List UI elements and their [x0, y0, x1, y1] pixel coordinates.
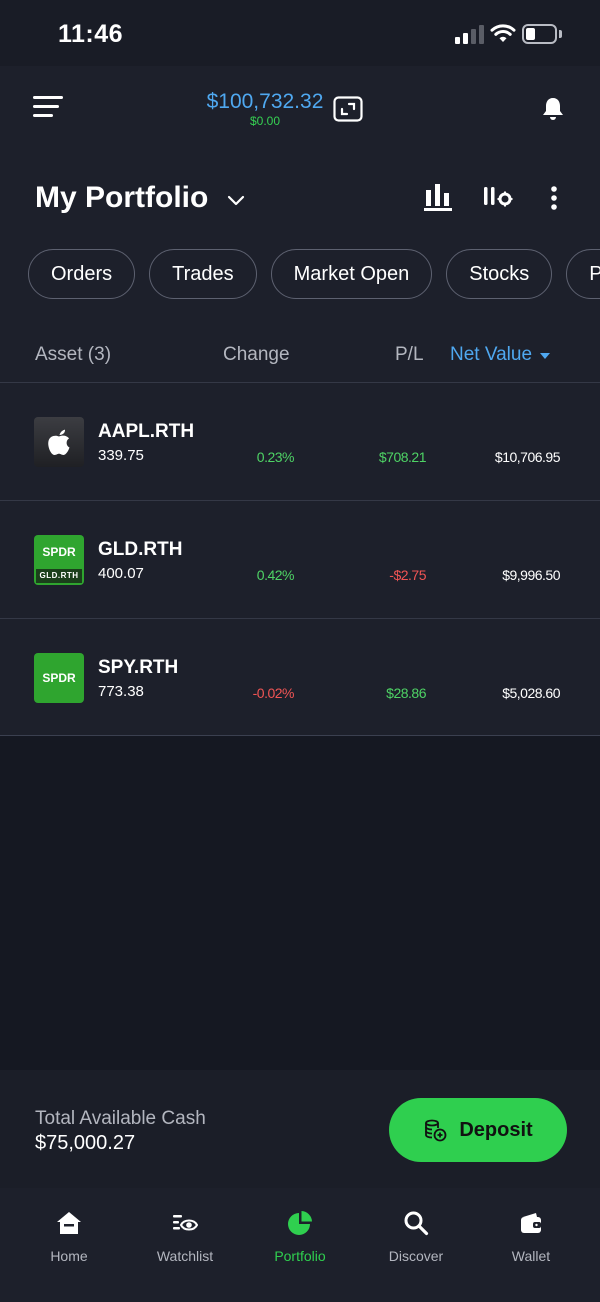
- account-balance[interactable]: $100,732.32 $0.00: [200, 90, 330, 128]
- cash-label: Total Available Cash: [35, 1108, 206, 1129]
- asset-pl: -$2.75: [389, 567, 426, 583]
- asset-price: 339.75: [98, 447, 144, 464]
- asset-net-value: $5,028.60: [502, 685, 560, 701]
- filter-chips: Orders Trades Market Open Stocks P: [28, 249, 600, 299]
- nav-label: Watchlist: [156, 1248, 214, 1264]
- asset-change: -0.02%: [252, 685, 295, 701]
- asset-net-value: $9,996.50: [502, 567, 560, 583]
- balance-value: $100,732.32: [206, 90, 324, 113]
- table-header: Asset (3) Change P/L Net Value: [0, 340, 600, 370]
- status-bar: 11:46: [0, 0, 600, 66]
- nav-label: Discover: [388, 1248, 444, 1264]
- search-icon: [404, 1211, 429, 1236]
- filter-chip-stocks[interactable]: Stocks: [446, 249, 553, 299]
- asset-pl: $28.86: [386, 685, 426, 701]
- asset-row-aapl[interactable]: AAPL.RTH 339.75 0.23% $708.21 $10,706.95: [0, 382, 600, 500]
- nav-label: Portfolio: [274, 1248, 326, 1264]
- asset-pl: $708.21: [378, 449, 427, 465]
- chevron-down-icon[interactable]: [226, 193, 246, 207]
- cellular-signal-icon: [455, 24, 485, 44]
- column-settings-icon[interactable]: [483, 185, 513, 209]
- coins-add-icon: [425, 1119, 447, 1142]
- column-pl[interactable]: P/L: [395, 344, 424, 366]
- status-time: 11:46: [58, 20, 124, 48]
- wifi-icon: [490, 24, 516, 42]
- page-title[interactable]: My Portfolio: [35, 181, 208, 215]
- column-net-value-label: Net Value: [450, 344, 533, 365]
- filter-chip-trades[interactable]: Trades: [149, 249, 257, 299]
- nav-item-home[interactable]: Home: [19, 1210, 119, 1264]
- sort-desc-icon: [540, 353, 551, 359]
- wallet-icon: [521, 1213, 541, 1233]
- bell-icon[interactable]: [541, 96, 565, 122]
- asset-row-spy[interactable]: SPDR SPY.RTH 773.38 -0.02% $28.86 $5,028…: [0, 618, 600, 736]
- column-net-value[interactable]: Net Value: [450, 344, 551, 366]
- balance-change: $0.00: [249, 114, 281, 128]
- expand-icon[interactable]: [333, 96, 363, 122]
- asset-price: 773.38: [98, 683, 144, 700]
- menu-icon[interactable]: [33, 96, 65, 120]
- bottom-navigation: Home Watchlist Portfolio Discover Wallet: [0, 1188, 600, 1302]
- column-change[interactable]: Change: [223, 344, 290, 366]
- asset-ticker: AAPL.RTH: [98, 421, 195, 442]
- spdr-logo: SPDR: [34, 653, 84, 703]
- column-asset[interactable]: Asset (3): [35, 344, 111, 366]
- asset-row-gld[interactable]: SPDR GLD.RTH GLD.RTH 400.07 0.42% -$2.75…: [0, 500, 600, 618]
- bar-chart-icon[interactable]: [424, 182, 452, 212]
- pie-chart-icon: [288, 1211, 312, 1235]
- deposit-button[interactable]: Deposit: [389, 1098, 567, 1162]
- spdr-logo-text: SPDR: [42, 671, 76, 685]
- nav-item-watchlist[interactable]: Watchlist: [135, 1210, 235, 1264]
- asset-list: AAPL.RTH 339.75 0.23% $708.21 $10,706.95…: [0, 382, 600, 736]
- asset-net-value: $10,706.95: [494, 449, 561, 465]
- watchlist-icon: [173, 1215, 198, 1231]
- apple-logo-icon: [34, 417, 84, 467]
- spdr-gld-logo: SPDR GLD.RTH: [34, 535, 84, 585]
- filter-chip-orders[interactable]: Orders: [28, 249, 136, 299]
- home-icon: [57, 1212, 81, 1234]
- cash-value: $75,000.27: [35, 1132, 136, 1154]
- more-options-icon[interactable]: [550, 185, 558, 211]
- battery-icon: [522, 24, 562, 44]
- nav-item-discover[interactable]: Discover: [366, 1210, 466, 1264]
- available-cash-bar: Total Available Cash $75,000.27 Deposit: [0, 1070, 600, 1188]
- filter-chip-partial[interactable]: P: [566, 249, 600, 299]
- nav-item-portfolio[interactable]: Portfolio: [250, 1210, 350, 1264]
- asset-change: 0.42%: [256, 567, 295, 583]
- asset-change: 0.23%: [256, 449, 295, 465]
- deposit-label: Deposit: [459, 1118, 533, 1141]
- spdr-logo-text: SPDR: [42, 545, 76, 559]
- portfolio-header: $100,732.32 $0.00 My Portfolio Orders Tr…: [0, 66, 600, 384]
- spdr-logo-subtext: GLD.RTH: [36, 569, 82, 583]
- asset-ticker: GLD.RTH: [98, 539, 183, 560]
- filter-chip-market-open[interactable]: Market Open: [270, 249, 433, 299]
- nav-item-wallet[interactable]: Wallet: [481, 1210, 581, 1264]
- asset-ticker: SPY.RTH: [98, 657, 179, 678]
- nav-label: Wallet: [511, 1248, 551, 1264]
- asset-price: 400.07: [98, 565, 144, 582]
- app-root: 11:46 $100,732.32 $0.00 My Portfolio Ord…: [0, 0, 600, 1302]
- nav-label: Home: [50, 1248, 88, 1264]
